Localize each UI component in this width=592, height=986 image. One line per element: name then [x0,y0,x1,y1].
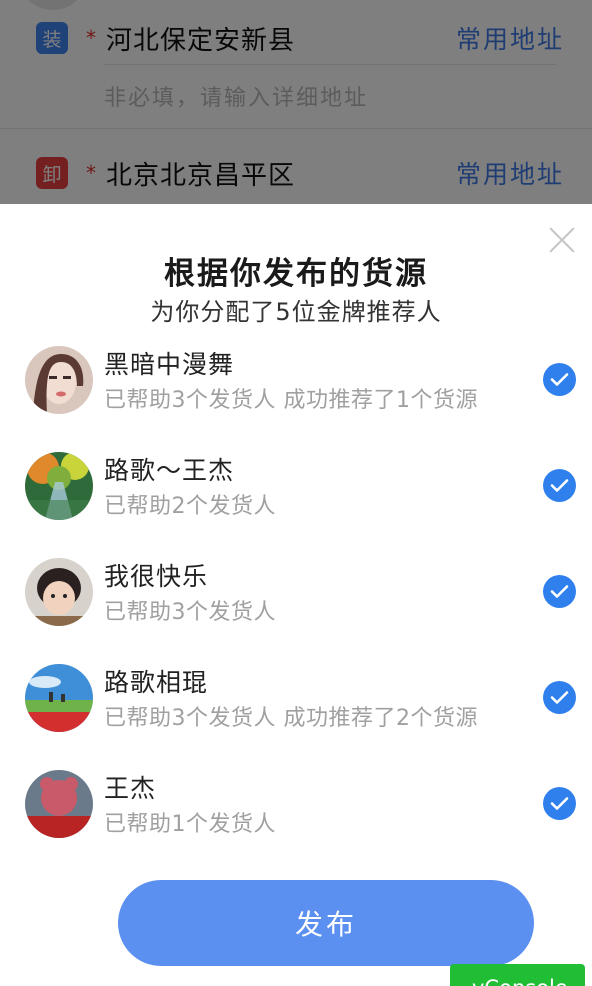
recommender-name: 路歌相琨 [104,668,209,697]
checkmark-icon[interactable] [543,787,576,820]
recommender-stats: 已帮助3个发货人 成功推荐了2个货源 [104,706,478,731]
recommender-stats: 已帮助3个发货人 成功推荐了1个货源 [104,388,478,413]
recommender-item[interactable]: 路歌～王杰 已帮助2个发货人 [0,447,592,553]
recommender-stats: 已帮助1个发货人 [104,812,276,837]
recommender-name: 路歌～王杰 [104,456,235,485]
recommender-name: 我很快乐 [104,562,209,591]
avatar [25,664,93,732]
sheet-subtitle: 为你分配了5位金牌推荐人 [150,298,442,326]
recommender-item[interactable]: 黑暗中漫舞 已帮助3个发货人 成功推荐了1个货源 [0,341,592,447]
recommender-item[interactable]: 路歌相琨 已帮助3个发货人 成功推荐了2个货源 [0,659,592,765]
recommender-stats: 已帮助3个发货人 [104,600,276,625]
checkmark-icon[interactable] [543,469,576,502]
publish-button[interactable]: 发布 [118,880,534,966]
avatar [25,558,93,626]
recommender-item[interactable]: 王杰 已帮助1个发货人 [0,765,592,871]
vconsole-button[interactable]: vConsole [450,964,585,986]
recommender-list: 黑暗中漫舞 已帮助3个发货人 成功推荐了1个货源 路歌～王杰 已帮助2个发货人 [0,341,592,871]
recommender-name: 王杰 [104,774,157,803]
avatar [25,346,93,414]
recommender-stats: 已帮助2个发货人 [104,494,276,519]
avatar [25,770,93,838]
modal-overlay[interactable] [0,0,592,206]
avatar [25,452,93,520]
recommender-sheet: 根据你发布的货源 为你分配了5位金牌推荐人 黑暗中漫舞 已帮助3个发货人 成功推… [0,204,592,986]
recommender-name: 黑暗中漫舞 [104,350,235,379]
sheet-title: 根据你发布的货源 [164,256,428,292]
checkmark-icon[interactable] [543,575,576,608]
checkmark-icon[interactable] [543,363,576,396]
recommender-item[interactable]: 我很快乐 已帮助3个发货人 [0,553,592,659]
checkmark-icon[interactable] [543,681,576,714]
